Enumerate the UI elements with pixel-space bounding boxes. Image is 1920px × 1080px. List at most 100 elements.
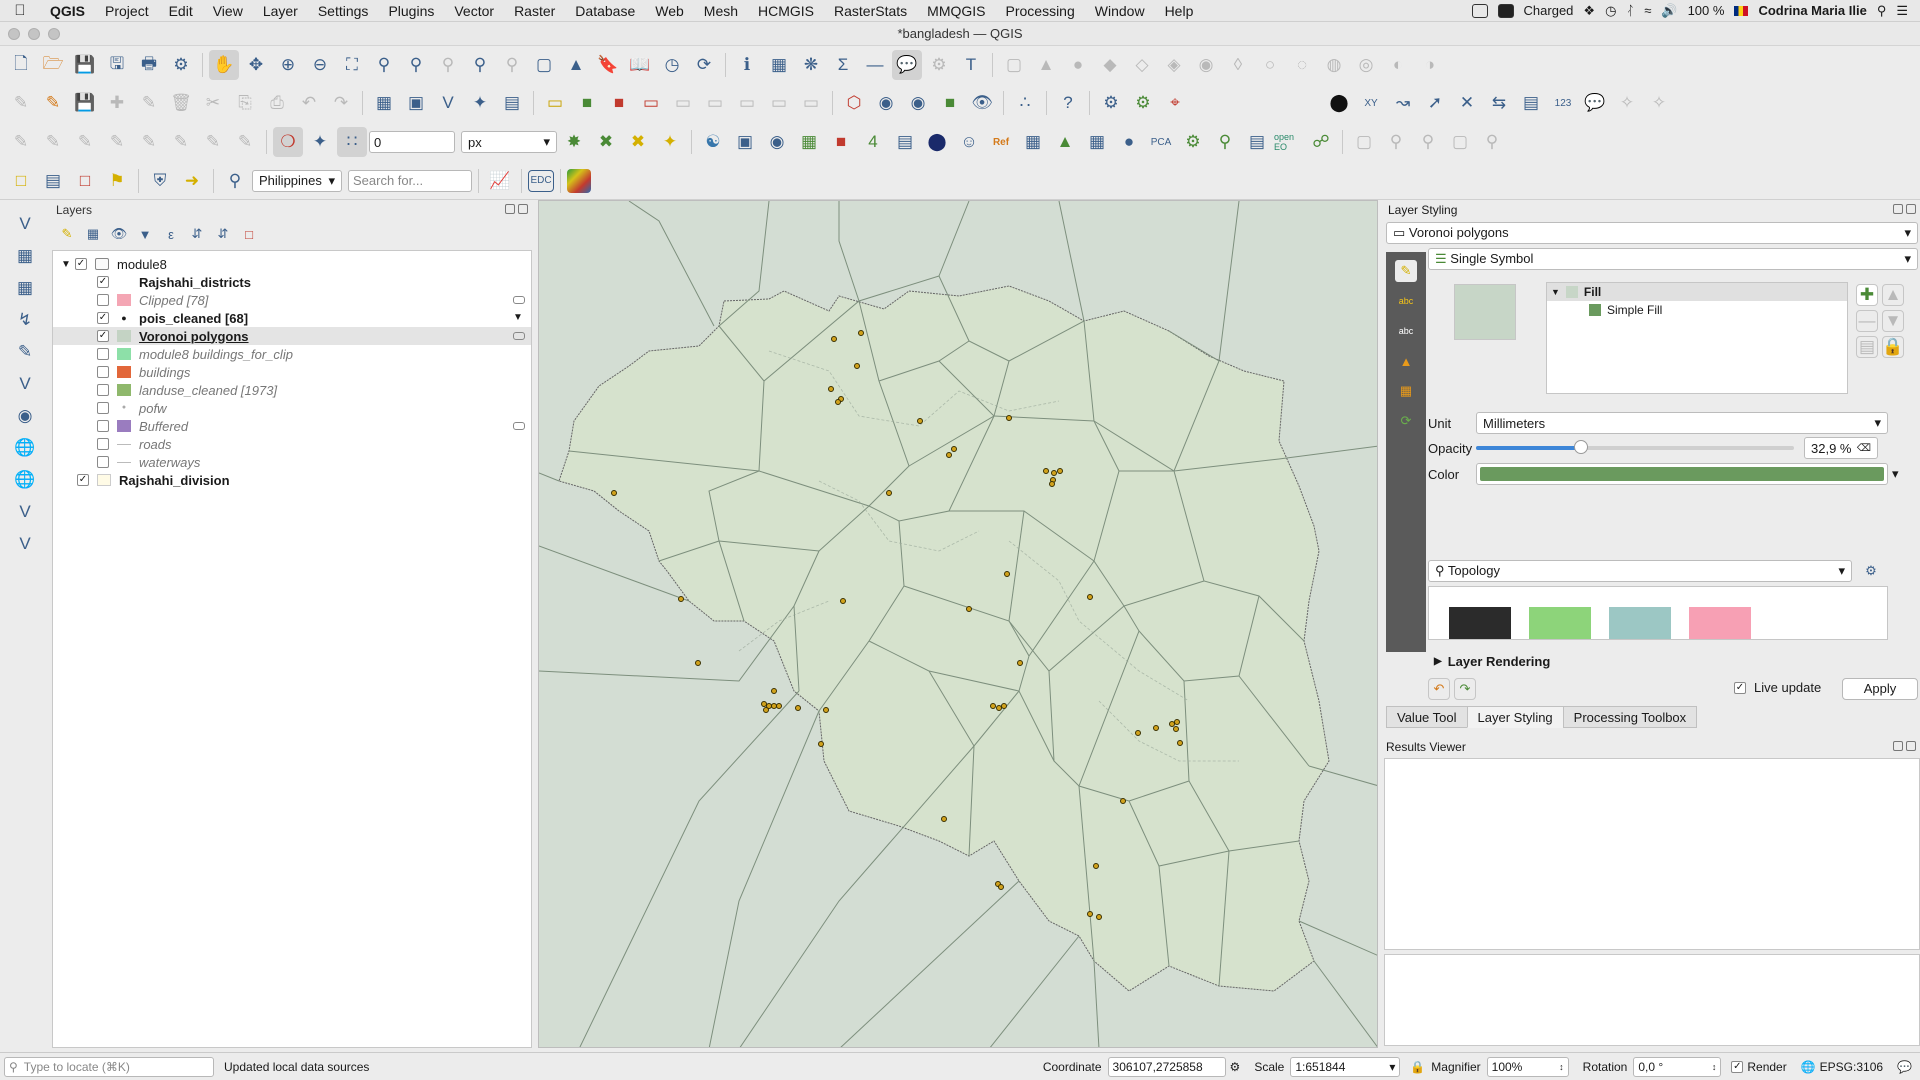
adv-digitize-6-icon[interactable]: ✎ (166, 127, 196, 157)
scale-select[interactable]: 1:651844 ▾ (1290, 1056, 1401, 1077)
3d-view-tab-icon[interactable]: ▲ (1395, 350, 1417, 372)
select-by-area-icon[interactable]: □ (6, 166, 36, 196)
dim-tool-5-icon[interactable]: ⚲ (1477, 127, 1507, 157)
lock-layer-icon[interactable]: 🔒 (1882, 336, 1904, 358)
label-tool-7-icon[interactable]: ▭ (732, 88, 762, 118)
float-panel-icon[interactable] (1893, 204, 1903, 214)
temporal-controller-icon[interactable]: ◷ (657, 50, 687, 80)
shield-icon[interactable]: ⛨ (145, 166, 175, 196)
adv-digitize-1-icon[interactable]: ✎ (6, 127, 36, 157)
collapse-all-icon[interactable]: ⇵ (212, 223, 234, 245)
cut-features-icon[interactable]: ✂ (198, 88, 228, 118)
globe-tool-1-icon[interactable]: ◉ (871, 88, 901, 118)
data-source-manager-icon[interactable]: ▦ (369, 88, 399, 118)
adv-digitize-7-icon[interactable]: ✎ (198, 127, 228, 157)
identify-features-icon[interactable]: ℹ (732, 50, 762, 80)
spotlight-search-icon[interactable]: ⚲ (1877, 3, 1887, 19)
attribute-table-icon[interactable]: ▦ (764, 50, 794, 80)
tab-value-tool[interactable]: Value Tool (1386, 706, 1468, 728)
layer-checkbox[interactable]: ✓ (75, 258, 87, 270)
menu-web[interactable]: Web (645, 0, 694, 22)
digitize-3-icon[interactable]: ● (1063, 50, 1093, 80)
menu-mesh[interactable]: Mesh (694, 0, 748, 22)
layer-rajshahi-districts[interactable]: ✓ Rajshahi_districts (53, 273, 531, 291)
copy-features-icon[interactable]: ⎘ (230, 88, 260, 118)
zoom-in-icon[interactable]: ⊕ (273, 50, 303, 80)
layer-checkbox[interactable]: ✓ (97, 330, 109, 342)
layer-checkbox[interactable] (97, 402, 109, 414)
add-raster-layer-icon[interactable]: ▦ (8, 242, 42, 270)
chat-tool-icon[interactable]: 💬 (1580, 88, 1610, 118)
layer-checkbox[interactable]: ✓ (97, 312, 109, 324)
symbol-swatch-green[interactable] (1529, 607, 1591, 639)
layer-buffered[interactable]: Buffered (53, 417, 531, 435)
snapping-unit-select[interactable]: px ▾ (461, 131, 557, 153)
xy-tool-icon[interactable]: XY (1356, 88, 1386, 118)
float-panel-icon[interactable] (1893, 741, 1903, 751)
measure-line-icon[interactable]: — (860, 50, 890, 80)
redo-style-icon[interactable]: ↷ (1454, 678, 1476, 700)
close-panel-icon[interactable] (518, 204, 528, 214)
openeo-plugin-icon[interactable]: open EO (1274, 127, 1304, 157)
plugin-i-icon[interactable]: ▲ (1050, 127, 1080, 157)
layer-checkbox[interactable] (97, 438, 109, 450)
history-tab-icon[interactable]: ⟳ (1395, 410, 1417, 432)
new-virtual-layer-icon[interactable]: ▤ (497, 88, 527, 118)
clear-icon[interactable]: ⌫ (1857, 443, 1871, 454)
pan-to-selection-icon[interactable]: ✥ (241, 50, 271, 80)
layer-checkbox[interactable] (97, 384, 109, 396)
eye-tool-icon[interactable]: 👁 (967, 88, 997, 118)
reverse-line-tool-icon[interactable]: ⇆ (1484, 88, 1514, 118)
menu-mmqgis[interactable]: MMQGIS (917, 0, 995, 22)
move-up-icon[interactable]: ▲ (1882, 284, 1904, 306)
remove-symbol-layer-icon[interactable]: — (1856, 310, 1878, 332)
menu-settings[interactable]: Settings (308, 0, 379, 22)
add-feature-icon[interactable]: ✚ (102, 88, 132, 118)
add-group-icon[interactable]: ▦ (82, 223, 104, 245)
zoom-window-button[interactable] (48, 28, 60, 40)
digitize-5-icon[interactable]: ◇ (1127, 50, 1157, 80)
flag-icon[interactable] (1734, 5, 1749, 16)
new-3d-map-view-icon[interactable]: ▲ (561, 50, 591, 80)
symbol-library-search[interactable]: ⚲ Topology ▾ (1428, 560, 1852, 582)
chevron-right-icon[interactable]: ▶ (1434, 656, 1442, 667)
bluetooth-icon[interactable]: ᛮ (1626, 3, 1634, 18)
refresh-icon[interactable]: ⟳ (689, 50, 719, 80)
tab-layer-styling[interactable]: Layer Styling (1466, 706, 1564, 728)
menu-database[interactable]: Database (565, 0, 645, 22)
menu-layer[interactable]: Layer (253, 0, 308, 22)
new-map-view-icon[interactable]: ▢ (529, 50, 559, 80)
quick-map-icon[interactable]: ➜ (177, 166, 207, 196)
globe-tool-2-icon[interactable]: ◉ (903, 88, 933, 118)
grid-plugin-icon[interactable]: ▦ (1082, 127, 1112, 157)
zoom-full-icon[interactable]: ⛶ (337, 50, 367, 80)
snapping-tolerance-input[interactable]: 0 (369, 131, 455, 153)
digitize-4-icon[interactable]: ◆ (1095, 50, 1125, 80)
filter-funnel-icon[interactable]: ▼ (513, 313, 525, 323)
crs-button[interactable]: EPSG:3106 (1820, 1060, 1883, 1074)
minimize-window-button[interactable] (28, 28, 40, 40)
print-layout-icon[interactable]: 🖶 (134, 50, 164, 80)
add-delimited-text-icon[interactable]: ↯ (8, 306, 42, 334)
labels-tab-icon[interactable]: abc (1395, 290, 1417, 312)
unit-select[interactable]: Millimeters ▾ (1476, 412, 1888, 434)
statistics-icon[interactable]: Σ (828, 50, 858, 80)
digitize-10-icon[interactable]: ◌ (1287, 50, 1317, 80)
intersection-tool-icon[interactable]: ✖ (591, 127, 621, 157)
country-select[interactable]: Philippines ▾ (252, 169, 342, 192)
coordinate-toggle-icon[interactable]: ⚙ (1230, 1060, 1241, 1074)
chevron-down-icon[interactable]: ▼ (1551, 287, 1560, 297)
zoom-next-icon[interactable]: ⚲ (497, 50, 527, 80)
layer-group-module8[interactable]: ▼ ✓ module8 (53, 255, 531, 273)
python-console-icon[interactable]: ☯ (698, 127, 728, 157)
undo-icon[interactable]: ↶ (294, 88, 324, 118)
layer-checkbox[interactable] (97, 420, 109, 432)
layer-checkbox[interactable] (97, 456, 109, 468)
plugin-a-icon[interactable]: ▣ (730, 127, 760, 157)
digitize-12-icon[interactable]: ◎ (1351, 50, 1381, 80)
line-tool-icon[interactable]: ➚ (1420, 88, 1450, 118)
locator-search-icon[interactable]: ⚲ (220, 166, 250, 196)
select-features-icon[interactable]: ❋ (796, 50, 826, 80)
temporary-layer-indicator-icon[interactable] (513, 332, 525, 340)
add-symbol-layer-icon[interactable]: ✚ (1856, 284, 1878, 306)
